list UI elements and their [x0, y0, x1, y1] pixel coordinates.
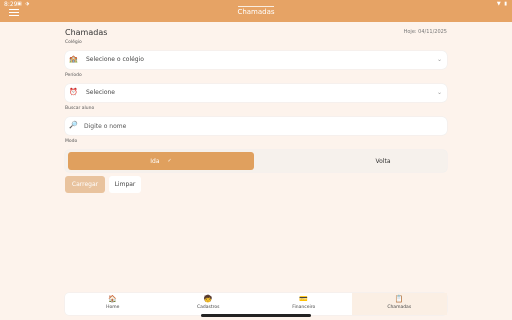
home-icon: 🏠 — [108, 295, 118, 303]
periodo-label: Período — [65, 73, 82, 78]
search-input[interactable] — [82, 120, 434, 132]
nav-item-cadastros[interactable]: 🧒 Cadastros — [161, 293, 257, 315]
home-indicator[interactable] — [201, 314, 311, 317]
clipboard-icon: 📋 — [394, 295, 404, 303]
check-icon: ✓ — [167, 158, 172, 164]
status-time: 8:29 — [4, 1, 18, 8]
bottom-nav: 🏠 Home 🧒 Cadastros 💳 Financeiro 📋 Chamad… — [65, 293, 447, 315]
mode-ida-label: Ida — [150, 157, 160, 165]
mode-ida-button[interactable]: Ida ✓ — [68, 152, 254, 170]
nav-item-chamadas[interactable]: 📋 Chamadas — [351, 293, 447, 315]
date-label: Hoje: 04/11/2025 — [403, 29, 447, 35]
colegio-select-value: Selecione o colégio — [86, 56, 144, 63]
nav-item-label: Chamadas — [387, 305, 412, 310]
periodo-select-value: Selecione — [86, 89, 115, 96]
status-bar: 8:29 ▣ ⬗ ▼ ▮ Chamadas — [0, 0, 512, 22]
child-icon: 🧒 — [203, 295, 213, 303]
chevron-down-icon: ⌄ — [436, 89, 442, 96]
nav-item-home[interactable]: 🏠 Home — [65, 293, 161, 315]
battery-wifi-icons: ▼ ▮ — [496, 1, 508, 7]
carregar-button[interactable]: Carregar — [65, 176, 105, 193]
chevron-down-icon: ⌄ — [436, 56, 442, 63]
periodo-select[interactable]: ⏰ Selecione ⌄ — [65, 84, 447, 102]
limpar-button[interactable]: Limpar — [109, 176, 141, 193]
school-icon: 🏫 — [69, 55, 78, 63]
search-icon: 🔎 — [69, 121, 78, 129]
colegio-select[interactable]: 🏫 Selecione o colégio ⌄ — [65, 51, 447, 69]
modo-label: Modo — [65, 139, 78, 144]
alarm-clock-icon: ⏰ — [69, 88, 78, 96]
nav-item-label: Home — [106, 305, 120, 310]
search-field[interactable]: 🔎 — [65, 117, 447, 135]
mode-volta-label: Volta — [375, 157, 391, 165]
credit-card-icon: 💳 — [299, 295, 309, 303]
nav-item-label: Cadastros — [197, 305, 220, 310]
buscar-label: Buscar aluno — [65, 106, 95, 111]
nav-item-label: Financeiro — [292, 305, 316, 310]
title-underline — [238, 6, 274, 7]
page-title: Chamadas — [65, 28, 108, 37]
app-title: Chamadas — [237, 8, 275, 16]
notification-icons: ▣ ⬗ — [17, 1, 31, 7]
mode-volta-button[interactable]: Volta — [321, 152, 445, 170]
nav-item-financeiro[interactable]: 💳 Financeiro — [256, 293, 352, 315]
colegio-label: Colégio — [65, 40, 82, 45]
mode-toggle: Ida ✓ Volta — [65, 150, 447, 172]
